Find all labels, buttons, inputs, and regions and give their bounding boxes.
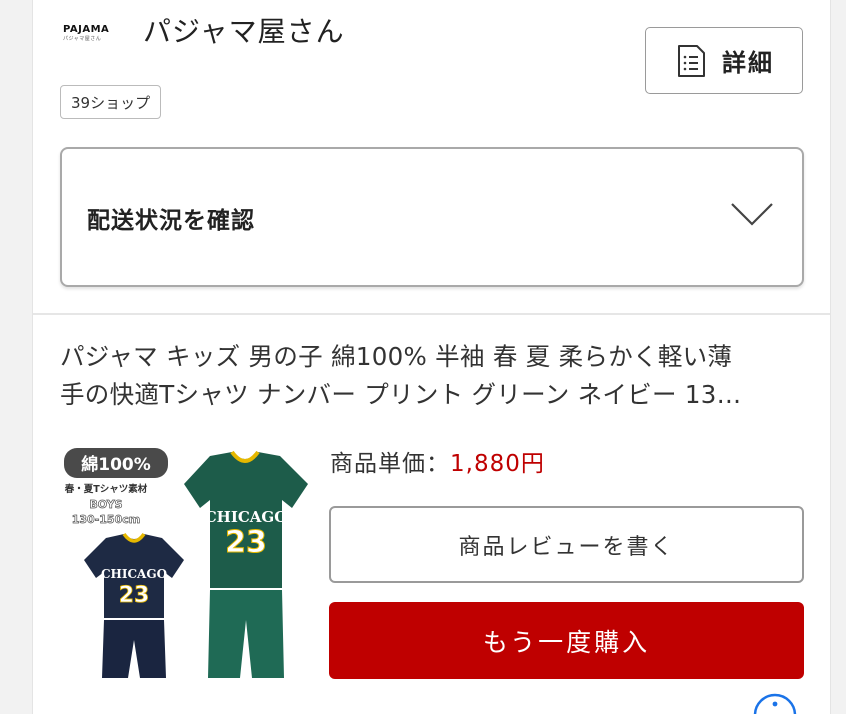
navy-shirt-text: CHICAGO	[101, 567, 167, 581]
shipping-status-toggle[interactable]: 配送状況を確認	[60, 147, 804, 287]
unit-price-label: 商品単価：	[330, 451, 450, 477]
chevron-down-icon	[731, 203, 773, 226]
write-review-button[interactable]: 商品レビューを書く	[329, 506, 804, 583]
green-shirt-illustration: CHICAGO 23	[184, 450, 308, 678]
product-title-line-2: 手の快適Tシャツ ナンバー プリント グリーン ネイビー 13…	[60, 380, 742, 409]
product-image-caption-3: 130-150cm	[72, 513, 140, 526]
unit-price: 商品単価：1,880円	[330, 448, 545, 480]
shop-tag-badge: 39ショップ	[60, 85, 162, 119]
buy-again-button[interactable]: もう一度購入	[329, 602, 804, 679]
unit-price-value: 1,880円	[450, 451, 545, 477]
product-title-line-1: パジャマ キッズ 男の子 綿100% 半袖 春 夏 柔らかく軽い薄	[60, 342, 733, 371]
shop-logo-subtext: パジャマ屋さん	[63, 36, 102, 42]
product-image-caption-2: BOYS	[89, 498, 122, 511]
detail-button[interactable]: 詳細	[645, 27, 803, 94]
shop-logo: PAJAMA パジャマ屋さん	[63, 24, 125, 44]
order-card: PAJAMA パジャマ屋さん パジャマ屋さん 39ショップ 詳細 配送状況を確認…	[32, 0, 831, 714]
navy-shirt-illustration: CHICAGO 23	[84, 532, 184, 678]
shop-logo-text: PAJAMA	[63, 24, 110, 35]
product-image-caption-1: 春・夏Tシャツ素材	[64, 483, 148, 495]
product-title[interactable]: パジャマ キッズ 男の子 綿100% 半袖 春 夏 柔らかく軽い薄 手の快適Tシ…	[60, 338, 802, 414]
green-shirt-text: CHICAGO	[205, 508, 288, 526]
green-shirt-number: 23	[225, 525, 267, 560]
detail-button-label: 詳細	[722, 49, 774, 77]
section-divider	[33, 313, 830, 315]
info-icon[interactable]	[753, 693, 797, 714]
product-image[interactable]: 綿100% 春・夏Tシャツ素材 BOYS 130-150cm CHICAGO 2…	[60, 440, 310, 685]
shipping-status-label: 配送状況を確認	[87, 208, 255, 234]
navy-shirt-number: 23	[119, 583, 150, 608]
document-list-icon	[678, 44, 705, 77]
product-image-badge: 綿100%	[81, 454, 151, 475]
shop-name[interactable]: パジャマ屋さん	[143, 14, 345, 50]
